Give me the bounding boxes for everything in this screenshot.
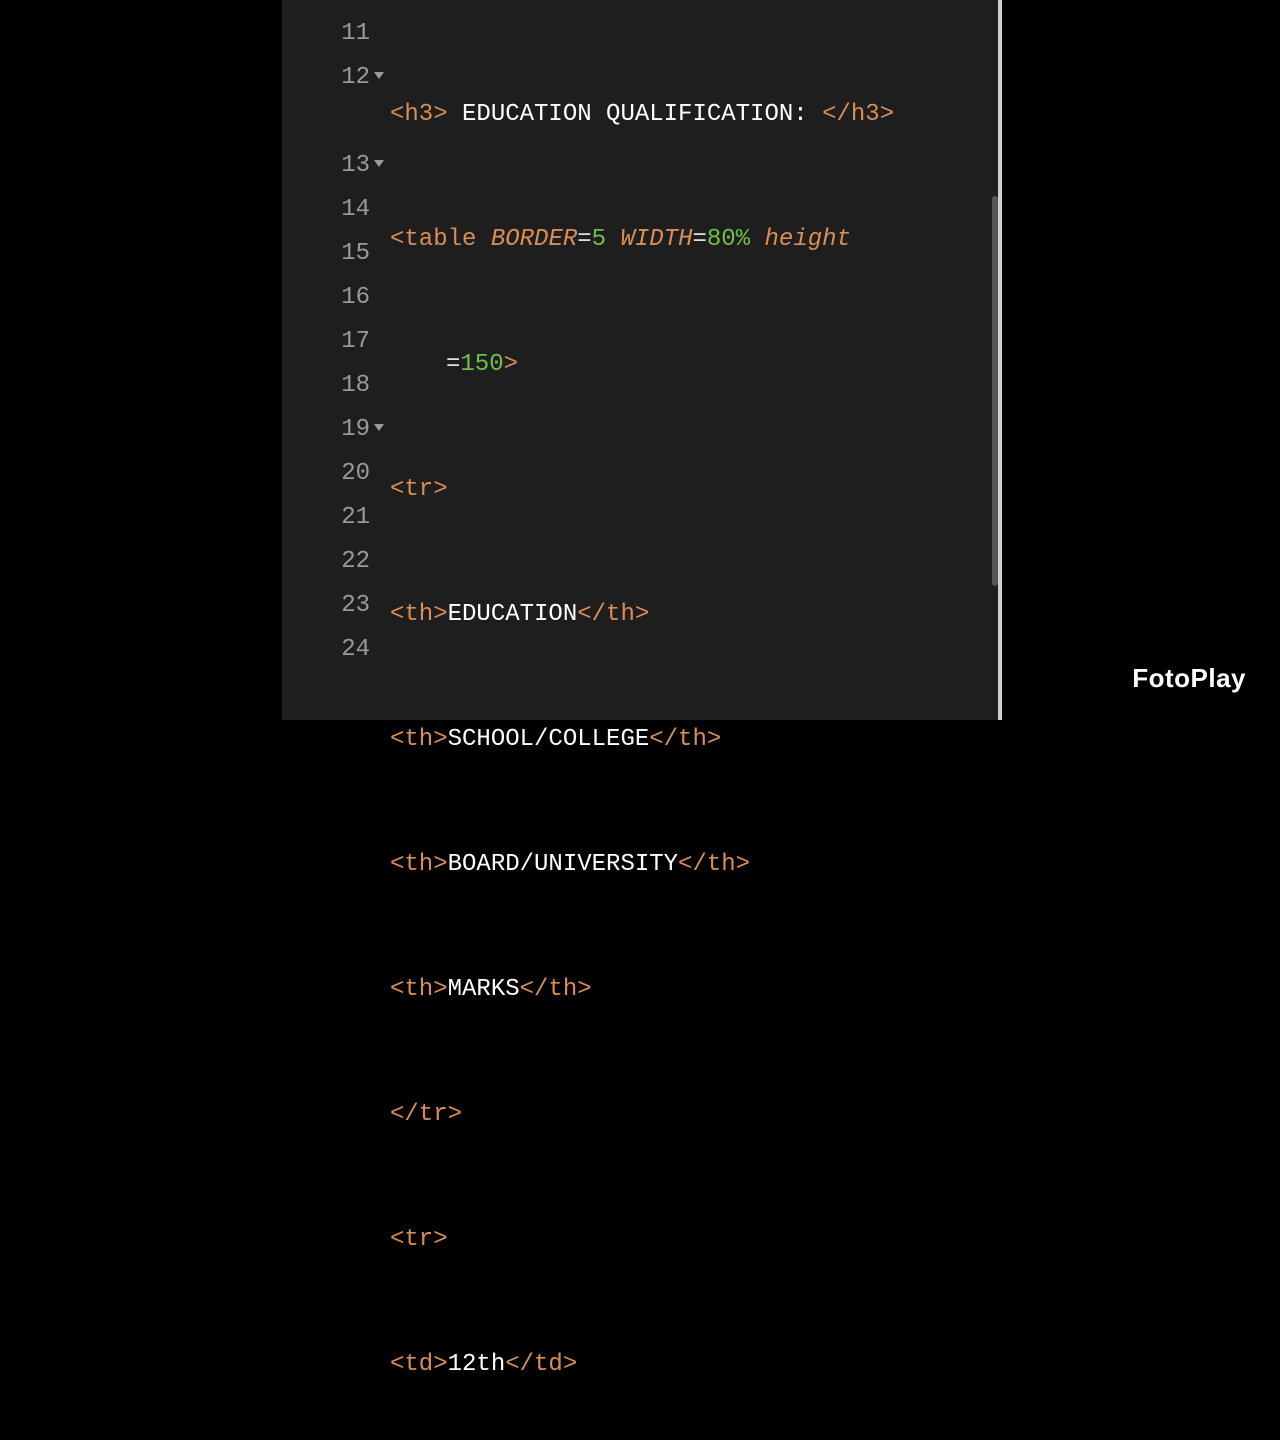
code-line-11[interactable]: <h3> EDUCATION QUALIFICATION: </h3>: [390, 93, 998, 137]
attr: height: [765, 226, 851, 253]
val: 5: [592, 226, 606, 253]
code-line-15[interactable]: <th>SCHOOL/COLLEGE</th>: [390, 718, 998, 762]
line-number-gutter: 11 12 13 14 15 16 17 18 19 20 21 22 23 2…: [282, 0, 382, 720]
text: 12th: [448, 1351, 506, 1378]
tag-close: </th>: [649, 726, 721, 753]
ln-24: 24: [341, 636, 370, 663]
ln-16: 16: [341, 284, 370, 311]
code-line-16[interactable]: <th>BOARD/UNIVERSITY</th>: [390, 843, 998, 887]
tag-open: <th>: [390, 601, 448, 628]
attr: BORDER: [491, 226, 577, 253]
tag-close: >: [504, 351, 518, 378]
ln-22: 22: [341, 548, 370, 575]
tag: <tr>: [390, 476, 448, 503]
ln-23: 23: [341, 592, 370, 619]
line-number: 17: [282, 320, 382, 364]
ln-14: 14: [341, 196, 370, 223]
eq: =: [446, 351, 460, 378]
code-area[interactable]: <h3> EDUCATION QUALIFICATION: </h3> <tab…: [382, 0, 998, 720]
line-number: 19: [282, 408, 382, 452]
tag-open: <th>: [390, 726, 448, 753]
watermark-text: FotoPlay: [1132, 663, 1246, 694]
ln-13: 13: [341, 152, 370, 179]
tag: <tr>: [390, 1226, 448, 1253]
tag-open: <th>: [390, 976, 448, 1003]
tag-open: <th>: [390, 851, 448, 878]
ln-19: 19: [341, 416, 370, 443]
ln-18: 18: [341, 372, 370, 399]
line-number: 12: [282, 56, 382, 100]
line-number: 24: [282, 628, 382, 672]
text: EDUCATION: [448, 601, 578, 628]
tag: </tr>: [390, 1101, 462, 1128]
tag-close: </h3>: [822, 101, 894, 128]
code-line-19[interactable]: <tr>: [390, 1218, 998, 1262]
tag-close: </th>: [520, 976, 592, 1003]
line-number: 18: [282, 364, 382, 408]
line-number: 20: [282, 452, 382, 496]
attr: WIDTH: [620, 226, 692, 253]
line-number: 22: [282, 540, 382, 584]
val: 150: [460, 351, 503, 378]
code-line-18[interactable]: </tr>: [390, 1093, 998, 1137]
tag-open: <td>: [390, 1351, 448, 1378]
line-number: 13: [282, 144, 382, 188]
ln-11: 11: [341, 20, 370, 47]
line-number: 11: [282, 12, 382, 56]
space: [476, 226, 490, 253]
tag-open: <table: [390, 226, 476, 253]
scrollbar-thumb[interactable]: [992, 196, 998, 586]
line-number: 14: [282, 188, 382, 232]
tag-close: </th>: [577, 601, 649, 628]
text: BOARD/UNIVERSITY: [448, 851, 678, 878]
code-line-13[interactable]: <tr>: [390, 468, 998, 512]
line-number: 16: [282, 276, 382, 320]
code-line-17[interactable]: <th>MARKS</th>: [390, 968, 998, 1012]
text: MARKS: [448, 976, 520, 1003]
eq: =: [692, 226, 706, 253]
tag-close: </td>: [505, 1351, 577, 1378]
eq: =: [577, 226, 591, 253]
ln-12: 12: [341, 64, 370, 91]
line-number-wrap: [282, 100, 382, 144]
line-number: 23: [282, 584, 382, 628]
text: EDUCATION QUALIFICATION:: [448, 101, 822, 128]
val: 80%: [707, 226, 750, 253]
code-editor: 11 12 13 14 15 16 17 18 19 20 21 22 23 2…: [282, 0, 1002, 720]
text: SCHOOL/COLLEGE: [448, 726, 650, 753]
ln-21: 21: [341, 504, 370, 531]
ln-20: 20: [341, 460, 370, 487]
code-line-12-wrap[interactable]: =150>: [390, 343, 998, 387]
line-number: 21: [282, 496, 382, 540]
ln-17: 17: [341, 328, 370, 355]
tag-close: </th>: [678, 851, 750, 878]
code-line-12[interactable]: <table BORDER=5 WIDTH=80% height: [390, 218, 998, 262]
code-line-14[interactable]: <th>EDUCATION</th>: [390, 593, 998, 637]
code-line-20[interactable]: <td>12th</td>: [390, 1343, 998, 1387]
space: [750, 226, 764, 253]
line-number: 15: [282, 232, 382, 276]
tag-open: <h3>: [390, 101, 448, 128]
ln-15: 15: [341, 240, 370, 267]
space: [606, 226, 620, 253]
